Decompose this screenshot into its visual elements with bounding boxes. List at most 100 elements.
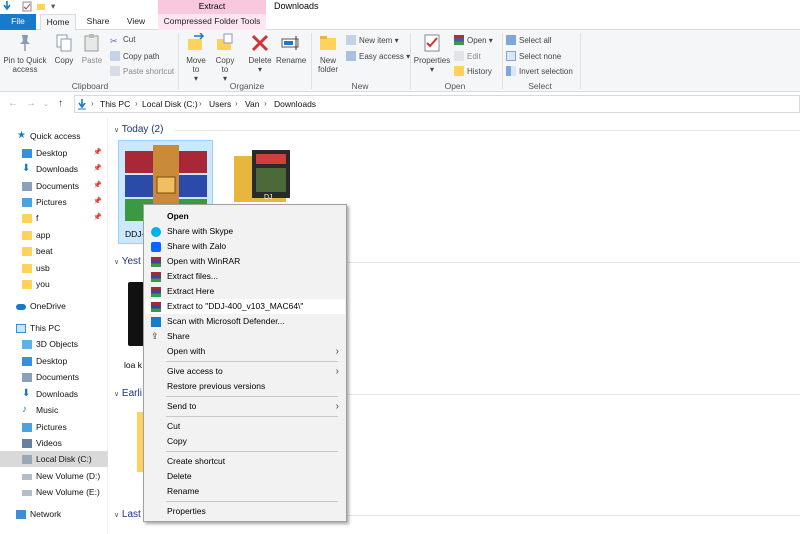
menu-item-cut[interactable]: Cut (145, 419, 345, 434)
invert-selection-button[interactable]: Invert selection (506, 66, 573, 77)
customize-toolbar-icon[interactable]: ▾ (51, 1, 55, 12)
nav-label: Music (36, 405, 59, 415)
paste-shortcut-button[interactable]: Paste shortcut (110, 66, 174, 77)
menu-item-restore-versions[interactable]: Restore previous versions (145, 379, 345, 394)
nav-network[interactable]: Network (0, 506, 108, 522)
nav-desktop[interactable]: Desktop 📌 (0, 145, 108, 161)
nav-downloads[interactable]: ⬇ Downloads 📌 (0, 161, 108, 177)
nav-documents[interactable]: Documents 📌 (0, 178, 108, 194)
edit-button[interactable]: Edit (454, 51, 481, 62)
breadcrumb-downloads[interactable]: Downloads (274, 99, 316, 109)
menu-item-give-access[interactable]: Give access to › (145, 364, 345, 379)
new-folder-button[interactable]: New folder (314, 33, 342, 74)
nav-videos[interactable]: Videos (0, 435, 108, 451)
menu-item-create-shortcut[interactable]: Create shortcut (145, 454, 345, 469)
back-arrow-icon[interactable]: ← (8, 98, 18, 109)
nav-folder-beat[interactable]: beat (0, 243, 108, 259)
folder-icon (22, 280, 32, 289)
pin-to-quick-access-button[interactable]: Pin to Quick access (2, 33, 48, 74)
pin-icon[interactable]: 📌 (93, 145, 102, 161)
move-to-button[interactable]: Move to ▾ (183, 33, 209, 83)
group-divider (348, 394, 800, 395)
nav-3d-objects[interactable]: 3D Objects (0, 336, 108, 352)
group-header-earlier[interactable]: ∨ Earli (114, 388, 142, 399)
open-button[interactable]: Open ▾ (454, 35, 493, 46)
copy-path-button[interactable]: Copy path (110, 51, 159, 62)
nav-music[interactable]: ♪ Music (0, 402, 108, 418)
tab-file[interactable]: File (0, 14, 36, 30)
menu-item-extract-files[interactable]: Extract files... (145, 269, 345, 284)
nav-new-volume-e[interactable]: New Volume (E:) (0, 484, 108, 500)
forward-arrow-icon[interactable]: → (26, 98, 36, 109)
easy-access-button[interactable]: Easy access ▾ (346, 51, 410, 62)
menu-item-scan-defender[interactable]: Scan with Microsoft Defender... (145, 314, 345, 329)
nav-onedrive[interactable]: OneDrive (0, 298, 108, 314)
menu-item-properties[interactable]: Properties (145, 504, 345, 519)
rename-button[interactable]: Rename (276, 33, 306, 65)
nav-pictures[interactable]: Pictures 📌 (0, 194, 108, 210)
breadcrumb-users[interactable]: Users (209, 99, 231, 109)
desktop-icon (22, 149, 32, 158)
group-header-today[interactable]: ∨ Today (2) (114, 124, 163, 135)
menu-item-copy[interactable]: Copy (145, 434, 345, 449)
delete-button[interactable]: Delete ▾ (246, 33, 274, 74)
pin-icon[interactable]: 📌 (93, 161, 102, 177)
pictures-icon (22, 198, 32, 207)
nav-folder-you[interactable]: you (0, 276, 108, 292)
group-header-yesterday[interactable]: ∨ Yest (114, 256, 141, 267)
new-item-button[interactable]: New item ▾ (346, 35, 399, 46)
nav-folder-f[interactable]: f 📌 (0, 210, 108, 226)
properties-button[interactable]: Properties ▾ (413, 33, 451, 74)
menu-item-extract-here[interactable]: Extract Here (145, 284, 345, 299)
menu-item-send-to[interactable]: Send to › (145, 399, 345, 414)
tab-view[interactable]: View (120, 14, 152, 30)
select-all-button[interactable]: Select all (506, 35, 551, 46)
nav-pc-downloads[interactable]: ⬇ Downloads (0, 386, 108, 402)
pin-icon[interactable]: 📌 (93, 178, 102, 194)
pin-icon[interactable]: 📌 (93, 194, 102, 210)
paste-button[interactable]: Paste (80, 33, 104, 65)
nav-folder-usb[interactable]: usb (0, 260, 108, 276)
cut-button[interactable]: ✂ Cut (110, 35, 135, 46)
menu-item-share-zalo[interactable]: Share with Zalo (145, 239, 345, 254)
nav-pc-documents[interactable]: Documents (0, 369, 108, 385)
up-arrow-icon[interactable]: ↑ (58, 98, 63, 109)
breadcrumb-van[interactable]: Van (245, 99, 260, 109)
history-button[interactable]: History (454, 66, 492, 77)
menu-item-open[interactable]: Open (145, 209, 345, 224)
menu-item-open-winrar[interactable]: Open with WinRAR (145, 254, 345, 269)
file-item-dj[interactable]: DJ (230, 148, 292, 208)
file-item-loa[interactable]: loa k (122, 278, 144, 370)
menu-label: Share (167, 331, 190, 341)
extract-context-tab[interactable]: Extract (158, 0, 266, 14)
breadcrumb-local-disk[interactable]: Local Disk (C:) (142, 99, 198, 109)
nav-quick-access[interactable]: ★ Quick access (0, 128, 108, 144)
nav-pc-pictures[interactable]: Pictures (0, 419, 108, 435)
group-header-last[interactable]: ∨ Last (114, 509, 141, 520)
breadcrumb-this-pc[interactable]: This PC (100, 99, 130, 109)
address-box[interactable]: › This PC › Local Disk (C:) › Users › Va… (74, 95, 800, 113)
nav-pc-desktop[interactable]: Desktop (0, 353, 108, 369)
menu-item-rename[interactable]: Rename (145, 484, 345, 499)
tab-home[interactable]: Home (40, 14, 76, 30)
folder-small-icon[interactable] (36, 1, 46, 12)
move-to-icon (188, 33, 205, 50)
nav-new-volume-d[interactable]: New Volume (D:) (0, 468, 108, 484)
select-none-button[interactable]: Select none (506, 51, 561, 62)
nav-local-disk-c[interactable]: Local Disk (C:) (0, 451, 108, 467)
pin-icon[interactable]: 📌 (93, 210, 102, 226)
tab-share[interactable]: Share (82, 14, 114, 30)
copy-to-button[interactable]: Copy to ▾ (212, 33, 238, 83)
menu-item-extract-to[interactable]: Extract to "DDJ-400_v103_MAC64\" (145, 299, 345, 314)
nav-this-pc[interactable]: This PC (0, 320, 108, 336)
menu-item-open-with[interactable]: Open with › (145, 344, 345, 359)
copy-button[interactable]: Copy (52, 33, 76, 65)
properties-check-icon[interactable] (22, 1, 32, 12)
recent-locations-icon[interactable]: ⌄ (43, 100, 49, 108)
menu-item-share-skype[interactable]: Share with Skype (145, 224, 345, 239)
nav-folder-app[interactable]: app (0, 227, 108, 243)
quick-access-arrow-icon[interactable] (2, 1, 12, 12)
menu-item-share[interactable]: ⇪ Share (145, 329, 345, 344)
menu-item-delete[interactable]: Delete (145, 469, 345, 484)
tab-compressed-folder-tools[interactable]: Compressed Folder Tools (158, 14, 266, 30)
